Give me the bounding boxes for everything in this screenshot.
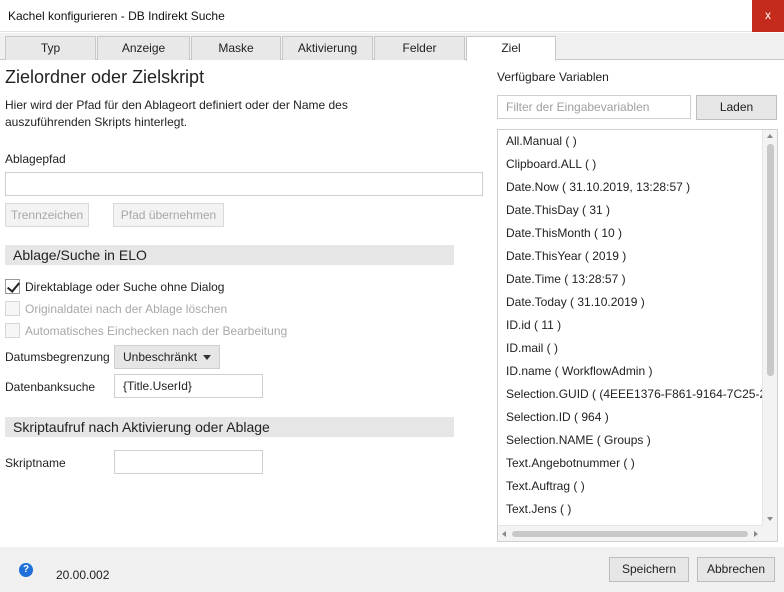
scrollbar-corner [762, 525, 777, 541]
list-item[interactable]: Text.Jens ( ) [498, 498, 762, 521]
variables-title: Verfügbare Variablen [497, 70, 609, 84]
list-item[interactable]: Text.Auftrag ( ) [498, 475, 762, 498]
scroll-down-icon[interactable] [767, 517, 773, 521]
section-ablage-suche: Ablage/Suche in ELO [5, 245, 454, 265]
window-title: Kachel konfigurieren - DB Indirekt Suche [8, 9, 225, 23]
list-item[interactable]: Date.Now ( 31.10.2019, 13:28:57 ) [498, 176, 762, 199]
scroll-left-icon[interactable] [502, 531, 506, 537]
tab-aktivierung[interactable]: Aktivierung [282, 36, 373, 60]
list-item[interactable]: Date.Time ( 13:28:57 ) [498, 268, 762, 291]
scroll-right-icon[interactable] [754, 531, 758, 537]
skriptname-input[interactable] [114, 450, 263, 474]
tab-maske[interactable]: Maske [191, 36, 281, 60]
page-description: Hier wird der Pfad für den Ablageort def… [5, 98, 348, 129]
section-skriptaufruf: Skriptaufruf nach Aktivierung oder Ablag… [5, 417, 454, 437]
direktablage-checkbox-row[interactable]: Direktablage oder Suche ohne Dialog [5, 279, 305, 295]
horizontal-scrollbar[interactable] [498, 525, 762, 541]
einchecken-checkbox[interactable] [5, 323, 20, 338]
ablagepfad-label: Ablagepfad [5, 152, 66, 166]
help-icon[interactable]: ? [19, 563, 33, 577]
cancel-button[interactable]: Abbrechen [697, 557, 775, 582]
direktablage-label: Direktablage oder Suche ohne Dialog [25, 280, 225, 294]
vertical-scrollbar[interactable] [762, 130, 777, 525]
variables-list[interactable]: All.Manual ( ) Clipboard.ALL ( ) Date.No… [497, 129, 778, 542]
chevron-down-icon [203, 355, 211, 360]
tab-ziel[interactable]: Ziel [466, 36, 556, 61]
originaldatei-label: Originaldatei nach der Ablage löschen [25, 302, 228, 316]
einchecken-label: Automatisches Einchecken nach der Bearbe… [25, 324, 288, 338]
datenbanksuche-label: Datenbanksuche [5, 380, 96, 394]
variables-items: All.Manual ( ) Clipboard.ALL ( ) Date.No… [498, 130, 762, 525]
list-item[interactable]: Selection.NAME ( Groups ) [498, 429, 762, 452]
pfad-uebernehmen-button[interactable]: Pfad übernehmen [113, 203, 224, 227]
title-bar: Kachel konfigurieren - DB Indirekt Suche… [0, 0, 784, 32]
list-item[interactable]: Date.ThisYear ( 2019 ) [498, 245, 762, 268]
tab-bar: Typ Anzeige Maske Aktivierung Felder Zie… [0, 33, 784, 61]
filter-input[interactable]: Filter der Eingabevariablen [497, 95, 691, 119]
list-item[interactable]: Selection.GUID ( (4EEE1376-F861-9164-7C2… [498, 383, 762, 406]
list-item[interactable]: Date.ThisMonth ( 10 ) [498, 222, 762, 245]
datumsbegrenzung-dropdown[interactable]: Unbeschränkt [114, 345, 220, 369]
tab-felder[interactable]: Felder [374, 36, 465, 60]
datumsbegrenzung-value: Unbeschränkt [123, 350, 198, 364]
list-item[interactable]: Date.Today ( 31.10.2019 ) [498, 291, 762, 314]
direktablage-checkbox[interactable] [5, 279, 20, 294]
list-item[interactable]: Selection.ID ( 964 ) [498, 406, 762, 429]
tab-anzeige[interactable]: Anzeige [97, 36, 190, 60]
list-item[interactable]: ID.name ( WorkflowAdmin ) [498, 360, 762, 383]
tab-typ[interactable]: Typ [5, 36, 96, 60]
skriptname-label: Skriptname [5, 456, 66, 470]
einchecken-checkbox-row[interactable]: Automatisches Einchecken nach der Bearbe… [5, 323, 325, 339]
save-button[interactable]: Speichern [609, 557, 689, 582]
ablagepfad-input[interactable] [5, 172, 483, 196]
list-item[interactable]: Text.Angebotnummer ( ) [498, 452, 762, 475]
trennzeichen-button[interactable]: Trennzeichen [5, 203, 89, 227]
datenbanksuche-input[interactable]: {Title.UserId} [114, 374, 263, 398]
laden-button[interactable]: Laden [696, 95, 777, 120]
datumsbegrenzung-label: Datumsbegrenzung [5, 350, 110, 364]
horizontal-scroll-thumb[interactable] [512, 531, 748, 537]
page-title: Zielordner oder Zielskript [5, 67, 205, 87]
list-item[interactable]: Clipboard.ALL ( ) [498, 153, 762, 176]
list-item[interactable]: All.Manual ( ) [498, 130, 762, 153]
close-button[interactable]: x [752, 0, 784, 32]
footer: ? 20.00.002 Speichern Abbrechen [0, 547, 784, 592]
originaldatei-checkbox-row[interactable]: Originaldatei nach der Ablage löschen [5, 301, 305, 317]
version-label: 20.00.002 [56, 568, 110, 582]
list-item[interactable]: Date.ThisDay ( 31 ) [498, 199, 762, 222]
list-item[interactable]: ID.mail ( ) [498, 337, 762, 360]
scroll-up-icon[interactable] [767, 134, 773, 138]
vertical-scroll-thumb[interactable] [767, 144, 774, 376]
list-item[interactable]: ID.id ( 11 ) [498, 314, 762, 337]
originaldatei-checkbox[interactable] [5, 301, 20, 316]
